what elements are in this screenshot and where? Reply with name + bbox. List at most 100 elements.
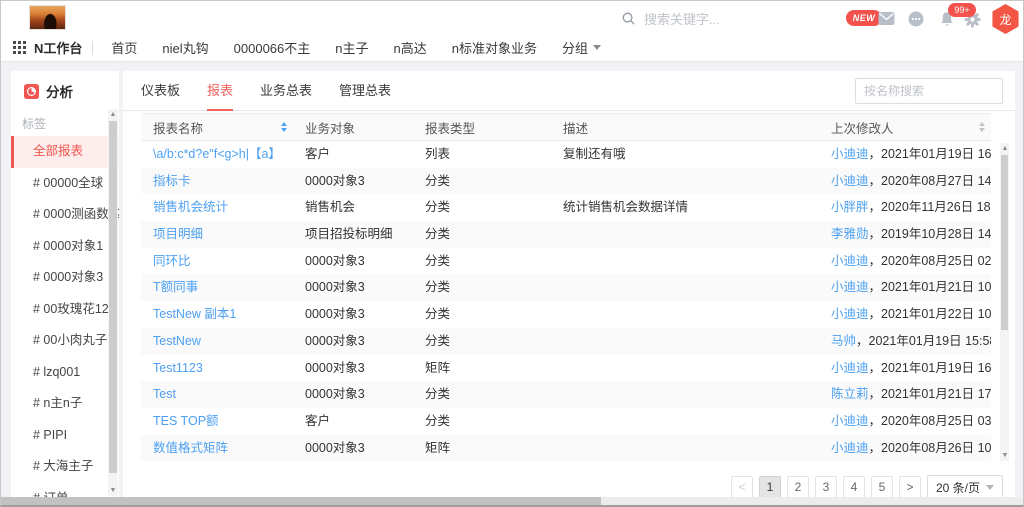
modifier-link[interactable]: 小迪迪 (831, 147, 869, 161)
sidebar-tag-item[interactable]: # 0000对象3 (11, 262, 119, 294)
report-search-input[interactable] (856, 84, 1024, 98)
scroll-down-icon[interactable]: ▼ (1000, 450, 1010, 461)
next-page-button[interactable]: > (899, 476, 921, 498)
table-row: 销售机会统计销售机会分类统计销售机会数据详情小胖胖，2020年11月26日 18… (141, 194, 991, 221)
report-name-link[interactable]: 数值格式矩阵 (153, 441, 228, 455)
column-header-name[interactable]: 报表名称 (141, 118, 293, 137)
modifier-link[interactable]: 小胖胖 (831, 200, 869, 214)
horizontal-scroll-thumb[interactable] (1, 497, 601, 505)
chat-icon[interactable] (908, 11, 924, 27)
modifier-link[interactable]: 马帅 (831, 334, 856, 348)
tab-active[interactable]: 报表 (207, 71, 233, 111)
report-name-link[interactable]: TES TOP额 (153, 414, 219, 428)
mail-icon[interactable] (878, 11, 895, 26)
sidebar-tag-item[interactable]: # 大海主子 (11, 451, 119, 483)
column-header-type[interactable]: 报表类型 (413, 118, 551, 137)
user-avatar[interactable]: 龙 (991, 4, 1020, 34)
table-scroll-thumb[interactable] (1001, 155, 1008, 330)
tab-item[interactable]: 业务总表 (260, 71, 312, 111)
sidebar-tag-item[interactable]: # 0000测函数123 (11, 199, 119, 231)
page-button[interactable]: 5 (871, 476, 893, 498)
cell-business-object: 客户 (293, 408, 413, 435)
sidebar-tag-item[interactable]: # PIPI (11, 420, 119, 452)
table-row: TestNew 副本10000对象3分类小迪迪，2021年01月22日 10:3… (141, 301, 991, 328)
prev-page-button[interactable]: < (731, 476, 753, 498)
cell-business-object: 0000对象3 (293, 274, 413, 301)
new-badge[interactable]: NEW (846, 10, 882, 26)
table-row: Test11230000对象3矩阵小迪迪，2021年01月19日 16:19 (141, 355, 991, 382)
horizontal-scrollbar[interactable] (1, 497, 1023, 505)
cell-description (551, 408, 819, 435)
cell-description: 复制还有哦 (551, 141, 819, 168)
table-row: 同环比0000对象3分类小迪迪，2020年08月25日 02:20 (141, 248, 991, 275)
company-logo[interactable] (29, 5, 66, 30)
report-name-link[interactable]: 项目明细 (153, 227, 203, 241)
report-search-box[interactable] (855, 78, 1003, 104)
table-scrollbar[interactable]: ▲ ▼ (1000, 143, 1009, 461)
table-row: \a/b:c*d?e"f<g>h|【a】客户列表复制还有哦小迪迪，2021年01… (141, 141, 991, 168)
sidebar-scrollbar[interactable]: ▲ ▼ (108, 109, 118, 496)
report-name-link[interactable]: Test (153, 387, 176, 401)
sidebar-tag-item[interactable]: # 00小肉丸子 (11, 325, 119, 357)
tab-item[interactable]: 仪表板 (141, 71, 180, 111)
page-size-select[interactable]: 20 条/页 (927, 475, 1003, 499)
cell-last-modifier: 陈立莉，2021年01月21日 17:00 (819, 381, 991, 408)
report-name-link[interactable]: 指标卡 (153, 174, 191, 188)
search-icon (621, 11, 636, 26)
cell-report-name: 销售机会统计 (141, 194, 293, 221)
tab-item[interactable]: 管理总表 (339, 71, 391, 111)
modifier-link[interactable]: 小迪迪 (831, 361, 869, 375)
scroll-down-icon[interactable]: ▼ (108, 485, 118, 496)
sidebar-item-all-reports[interactable]: 全部报表 (11, 136, 119, 168)
modifier-link[interactable]: 小迪迪 (831, 174, 869, 188)
nav-group-menu[interactable]: 分组 (562, 38, 601, 57)
report-name-link[interactable]: 销售机会统计 (153, 200, 228, 214)
page-button[interactable]: 4 (843, 476, 865, 498)
report-name-link[interactable]: TestNew 副本1 (153, 307, 236, 321)
column-header-object[interactable]: 业务对象 (293, 118, 413, 137)
sidebar-tag-item[interactable]: # n主n子 (11, 388, 119, 420)
page-button[interactable]: 1 (759, 476, 781, 498)
tab-list: 仪表板报表业务总表管理总表 (141, 71, 418, 111)
modifier-link[interactable]: 小迪迪 (831, 307, 869, 321)
report-name-link[interactable]: T额同事 (153, 280, 198, 294)
nav-item[interactable]: niel丸钩 (162, 38, 208, 57)
cell-business-object: 0000对象3 (293, 328, 413, 355)
sidebar-tag-item[interactable]: # 00000全球 (11, 168, 119, 200)
nav-item[interactable]: n主子 (335, 38, 368, 57)
modifier-link[interactable]: 李雅勋 (831, 227, 869, 241)
table-row: 项目明细项目招投标明细分类李雅勋，2019年10月28日 14:10 (141, 221, 991, 248)
column-header-desc[interactable]: 描述 (551, 118, 819, 137)
report-name-link[interactable]: Test1123 (153, 361, 203, 375)
page-button[interactable]: 3 (815, 476, 837, 498)
modifier-link[interactable]: 小迪迪 (831, 254, 869, 268)
scroll-up-icon[interactable]: ▲ (1000, 143, 1010, 154)
report-name-link[interactable]: 同环比 (153, 254, 191, 268)
cell-report-name: 数值格式矩阵 (141, 435, 293, 462)
report-name-link[interactable]: \a/b:c*d?e"f<g>h|【a】 (153, 147, 281, 161)
page-list: 12345 (759, 476, 893, 498)
sidebar-scroll-thumb[interactable] (109, 121, 117, 473)
global-search[interactable]: 搜索关键字... (621, 9, 720, 28)
modifier-link[interactable]: 小迪迪 (831, 280, 869, 294)
sort-icon[interactable] (281, 122, 287, 132)
modifier-link[interactable]: 小迪迪 (831, 414, 869, 428)
modifier-link[interactable]: 陈立莉 (831, 387, 869, 401)
nav-item[interactable]: n高达 (394, 38, 427, 57)
nav-item[interactable]: n标准对象业务 (452, 38, 537, 57)
modified-time: ，2020年08月25日 03:14 (869, 414, 991, 428)
modifier-link[interactable]: 小迪迪 (831, 441, 869, 455)
column-header-modifier[interactable]: 上次修改人 (819, 118, 991, 137)
cell-last-modifier: 小迪迪，2021年01月19日 16:32 (819, 141, 991, 168)
sort-icon[interactable] (979, 122, 985, 132)
report-name-link[interactable]: TestNew (153, 334, 201, 348)
sidebar-tag-item[interactable]: # 00玫瑰花12 (11, 294, 119, 326)
sidebar-tag-item[interactable]: # 0000对象1 (11, 231, 119, 263)
scroll-up-icon[interactable]: ▲ (108, 109, 118, 120)
nav-item[interactable]: 0000066不主 (234, 38, 311, 57)
page-button[interactable]: 2 (787, 476, 809, 498)
workspace-title[interactable]: N工作台 (34, 38, 82, 57)
apps-grid-icon[interactable] (13, 41, 26, 54)
sidebar-tag-item[interactable]: # lzq001 (11, 357, 119, 389)
nav-item[interactable]: 首页 (111, 38, 137, 57)
